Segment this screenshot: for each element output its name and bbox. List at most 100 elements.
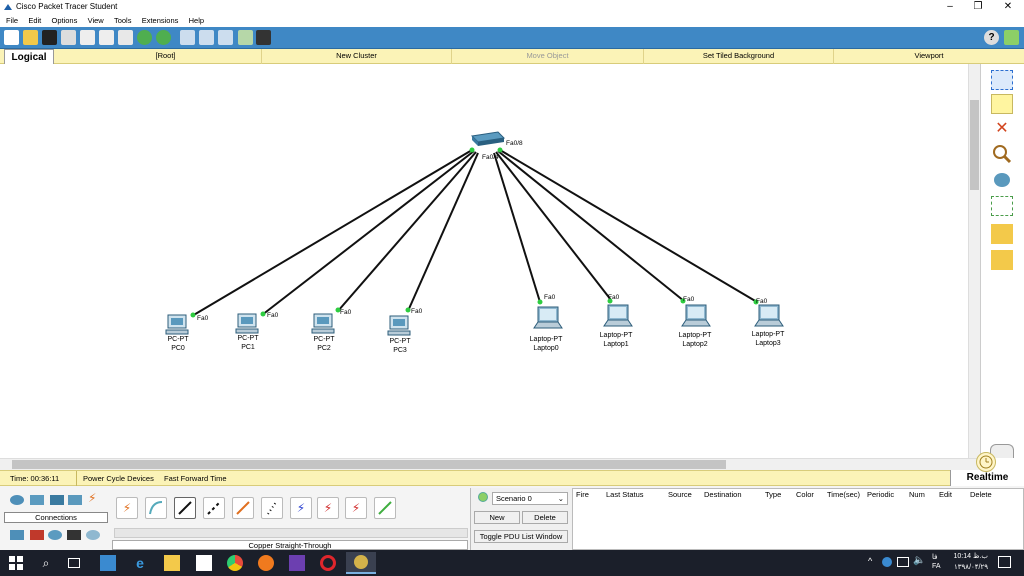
link-laptop0[interactable] — [493, 152, 541, 303]
viewport-button[interactable]: Viewport — [834, 49, 1024, 64]
auto-connection-icon[interactable]: ⚡ — [116, 497, 138, 519]
undo-icon[interactable] — [137, 30, 152, 45]
octal-cable-icon[interactable] — [374, 497, 396, 519]
close-button[interactable]: ✕ — [998, 1, 1018, 13]
menu-tools[interactable]: Tools — [114, 14, 132, 27]
copper-crossover-icon[interactable] — [203, 497, 225, 519]
scenario-select[interactable]: Scenario 0 ⌄ — [492, 492, 568, 505]
horizontal-scroll-thumb[interactable] — [12, 460, 726, 469]
minimize-button[interactable]: – — [940, 1, 960, 13]
info-icon[interactable] — [1004, 30, 1019, 45]
pc-icon[interactable] — [386, 315, 412, 337]
language-indicator-fa[interactable]: فا — [932, 553, 937, 561]
console-cable-icon[interactable] — [145, 497, 167, 519]
vertical-scrollbar[interactable] — [968, 64, 980, 458]
open-folder-icon[interactable] — [23, 30, 38, 45]
firefox-icon[interactable] — [258, 555, 274, 571]
zoom-in-icon[interactable] — [180, 30, 195, 45]
menu-options[interactable]: Options — [52, 14, 78, 27]
volume-icon[interactable]: 🔈 — [913, 555, 925, 566]
store-icon[interactable] — [100, 555, 116, 571]
switches-category-icon[interactable] — [30, 495, 44, 505]
link-laptop3[interactable] — [499, 149, 758, 303]
tray-chevron-icon[interactable]: ^ — [868, 556, 872, 566]
link-laptop2[interactable] — [497, 150, 685, 302]
windows-start-icon[interactable] — [8, 555, 24, 571]
laptop2-name-label[interactable]: Laptop2 — [665, 341, 725, 349]
place-note-icon[interactable] — [991, 94, 1013, 114]
menu-file[interactable]: File — [6, 14, 18, 27]
laptop-icon[interactable] — [603, 304, 633, 328]
link-pc0[interactable] — [191, 149, 473, 317]
link-pc2[interactable] — [337, 151, 477, 312]
laptop1-name-label[interactable]: Laptop1 — [586, 341, 646, 349]
new-scenario-button[interactable]: New — [474, 511, 520, 524]
menu-extensions[interactable]: Extensions — [142, 14, 179, 27]
pc-icon[interactable] — [310, 313, 336, 335]
link-laptop1[interactable] — [495, 151, 612, 301]
hubs-category-icon[interactable] — [50, 495, 64, 505]
fast-forward-button[interactable]: Fast Forward Time — [164, 474, 227, 483]
task-view-icon[interactable] — [68, 558, 80, 568]
logical-workspace[interactable]: Fa0/8 Fa0/4 Fa0 PC-PT PC0 Fa0 PC-PT PC1 … — [0, 64, 968, 458]
custom-devices-category-icon[interactable] — [67, 530, 81, 540]
serial-dte-icon[interactable]: ⚡ — [345, 497, 367, 519]
add-complex-pdu-icon[interactable] — [991, 250, 1013, 270]
save-icon[interactable] — [42, 30, 57, 45]
activity-wizard-icon[interactable] — [80, 30, 95, 45]
laptop-icon[interactable] — [533, 306, 563, 330]
pc0-name-label[interactable]: PC0 — [148, 345, 208, 353]
tab-logical[interactable]: Logical — [4, 49, 54, 65]
select-icon[interactable] — [991, 70, 1013, 90]
move-object-button[interactable]: Move Object — [452, 49, 644, 64]
help-icon[interactable]: ? — [984, 30, 999, 45]
coaxial-cable-icon[interactable]: ⚡ — [290, 497, 312, 519]
connections-scrollbar[interactable] — [114, 528, 468, 538]
root-button[interactable]: [Root] — [70, 49, 262, 64]
horizontal-scrollbar[interactable] — [0, 458, 980, 470]
chrome-icon[interactable] — [227, 555, 243, 571]
vertical-scroll-thumb[interactable] — [970, 100, 979, 190]
new-file-icon[interactable] — [4, 30, 19, 45]
palette-icon[interactable] — [238, 30, 253, 45]
routers-category-icon[interactable] — [10, 495, 24, 505]
pc2-name-label[interactable]: PC2 — [294, 345, 354, 353]
redo-icon[interactable] — [156, 30, 171, 45]
set-tiled-background-button[interactable]: Set Tiled Background — [644, 49, 834, 64]
clock-date[interactable]: ۱۳۹۸/۰۴/۲۹ — [948, 563, 988, 571]
connections-category-icon[interactable]: ⚡ — [88, 492, 102, 504]
pc-icon[interactable] — [164, 314, 190, 336]
network-icon[interactable] — [897, 557, 909, 567]
visual-studio-icon[interactable] — [289, 555, 305, 571]
draw-shape-icon[interactable] — [991, 170, 1013, 190]
opera-icon[interactable] — [320, 555, 336, 571]
security-category-icon[interactable] — [30, 530, 44, 540]
toggle-pdu-list-button[interactable]: Toggle PDU List Window — [474, 530, 568, 543]
clock-time[interactable]: 10:14 ب.ظ — [948, 552, 988, 560]
delete-icon[interactable]: ✕ — [991, 119, 1013, 139]
laptop-icon[interactable] — [681, 304, 711, 328]
search-icon[interactable]: ⌕ — [38, 555, 54, 571]
restore-button[interactable]: ❐ — [968, 1, 988, 13]
zoom-out-icon[interactable] — [218, 30, 233, 45]
custom-device-icon[interactable] — [256, 30, 271, 45]
wan-emulation-category-icon[interactable] — [48, 530, 62, 540]
edge-icon[interactable]: e — [132, 555, 148, 571]
mail-icon[interactable] — [196, 555, 212, 571]
pc-icon[interactable] — [234, 313, 260, 335]
add-simple-pdu-icon[interactable] — [991, 224, 1013, 244]
zoom-reset-icon[interactable] — [199, 30, 214, 45]
menu-help[interactable]: Help — [189, 14, 204, 27]
packet-tracer-taskbar-button[interactable] — [346, 552, 376, 574]
language-indicator[interactable]: FA — [932, 563, 941, 570]
notifications-icon[interactable] — [998, 556, 1011, 568]
wireless-category-icon[interactable] — [68, 495, 82, 505]
power-cycle-button[interactable]: Power Cycle Devices — [83, 474, 154, 483]
file-explorer-icon[interactable] — [164, 555, 180, 571]
pc1-name-label[interactable]: PC1 — [218, 344, 278, 352]
laptop3-name-label[interactable]: Laptop3 — [738, 340, 798, 348]
delete-scenario-button[interactable]: Delete — [522, 511, 568, 524]
copy-icon[interactable] — [99, 30, 114, 45]
laptop0-name-label[interactable]: Laptop0 — [516, 345, 576, 353]
resize-shape-icon[interactable] — [991, 196, 1013, 216]
